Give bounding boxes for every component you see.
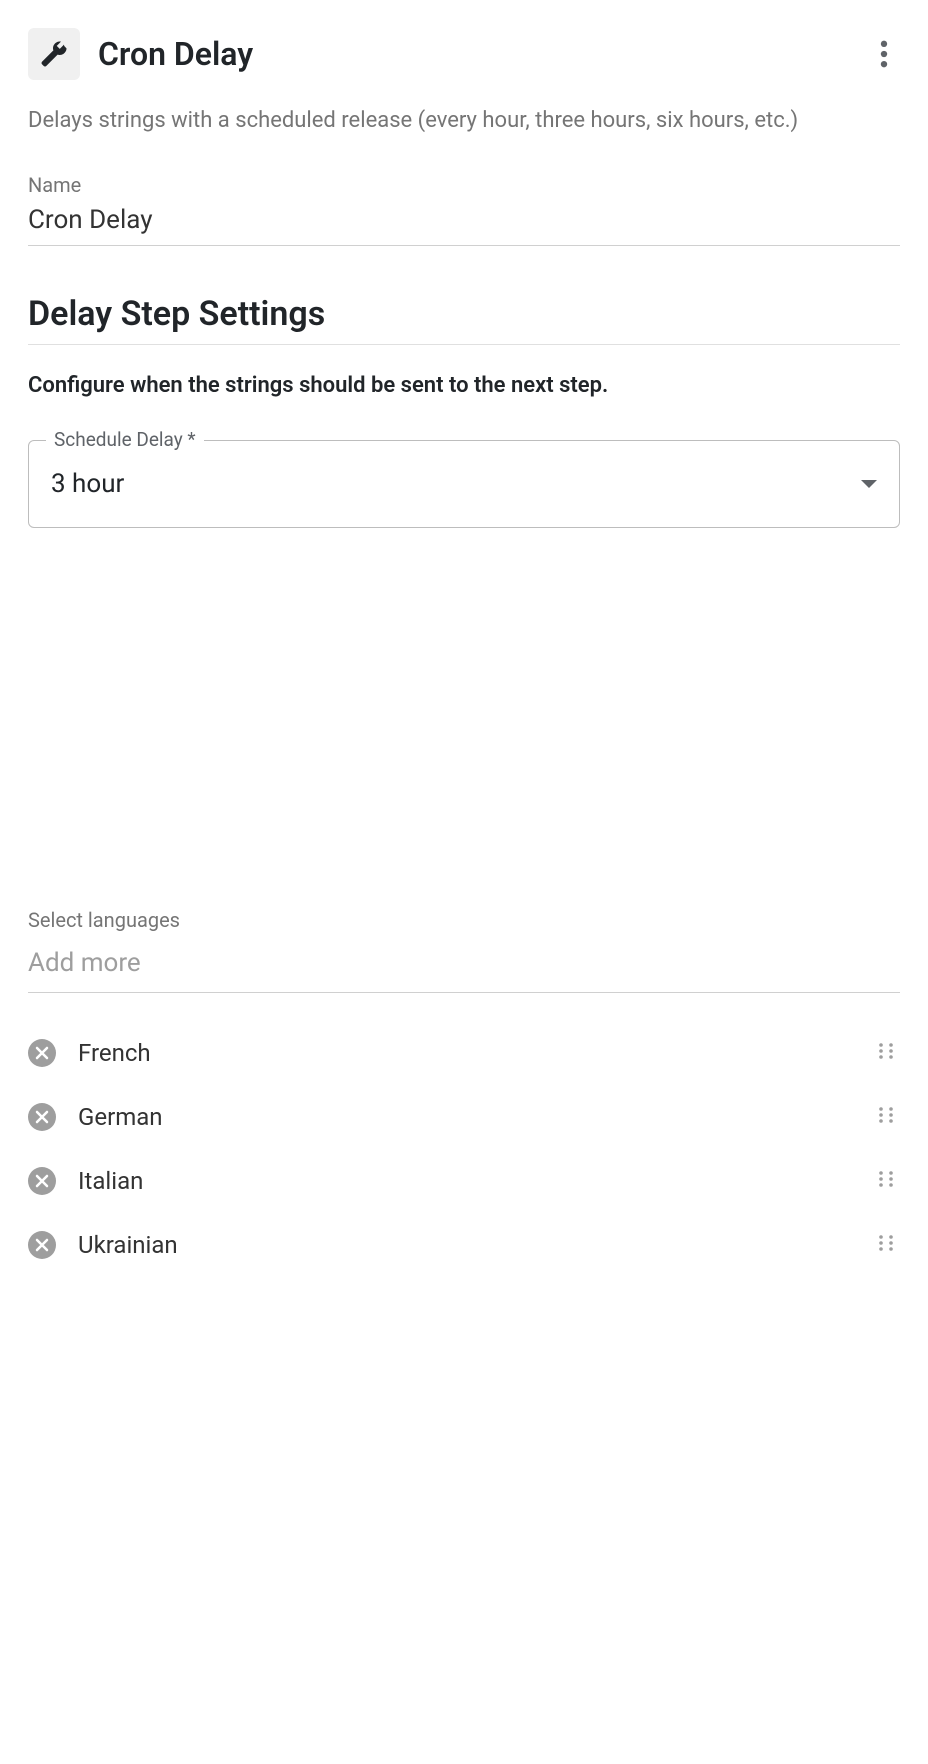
chevron-down-icon xyxy=(861,480,877,488)
drag-handle-icon[interactable] xyxy=(872,1101,900,1133)
remove-language-button[interactable] xyxy=(28,1039,56,1067)
more-options-button[interactable] xyxy=(868,38,900,70)
schedule-delay-label: Schedule Delay * xyxy=(46,428,204,451)
schedule-delay-value: 3 hour xyxy=(51,469,124,499)
language-item: German xyxy=(28,1085,900,1149)
name-field-wrap: Name xyxy=(28,173,900,246)
remove-language-button[interactable] xyxy=(28,1231,56,1259)
language-name: Ukrainian xyxy=(78,1231,178,1259)
settings-heading: Delay Step Settings xyxy=(28,294,900,345)
language-item: Ukrainian xyxy=(28,1213,900,1277)
language-name: Italian xyxy=(78,1167,143,1195)
language-name: German xyxy=(78,1103,163,1131)
drag-handle-icon[interactable] xyxy=(872,1229,900,1261)
drag-handle-icon[interactable] xyxy=(872,1037,900,1069)
settings-subheading: Configure when the strings should be sen… xyxy=(28,373,900,398)
schedule-delay-select[interactable]: 3 hour xyxy=(28,440,900,528)
name-input[interactable] xyxy=(28,205,900,235)
language-item: French xyxy=(28,1021,900,1085)
header: Cron Delay xyxy=(28,28,900,80)
language-name: French xyxy=(78,1039,151,1067)
remove-language-button[interactable] xyxy=(28,1167,56,1195)
schedule-delay-field: Schedule Delay * 3 hour xyxy=(28,440,900,528)
wrench-icon xyxy=(28,28,80,80)
languages-input[interactable] xyxy=(28,942,900,993)
page-title: Cron Delay xyxy=(98,35,253,73)
description-text: Delays strings with a scheduled release … xyxy=(28,104,900,137)
language-item: Italian xyxy=(28,1149,900,1213)
remove-language-button[interactable] xyxy=(28,1103,56,1131)
name-label: Name xyxy=(28,173,900,197)
languages-list: French German Italian Ukrainian xyxy=(28,1021,900,1277)
drag-handle-icon[interactable] xyxy=(872,1165,900,1197)
languages-label: Select languages xyxy=(28,908,900,932)
